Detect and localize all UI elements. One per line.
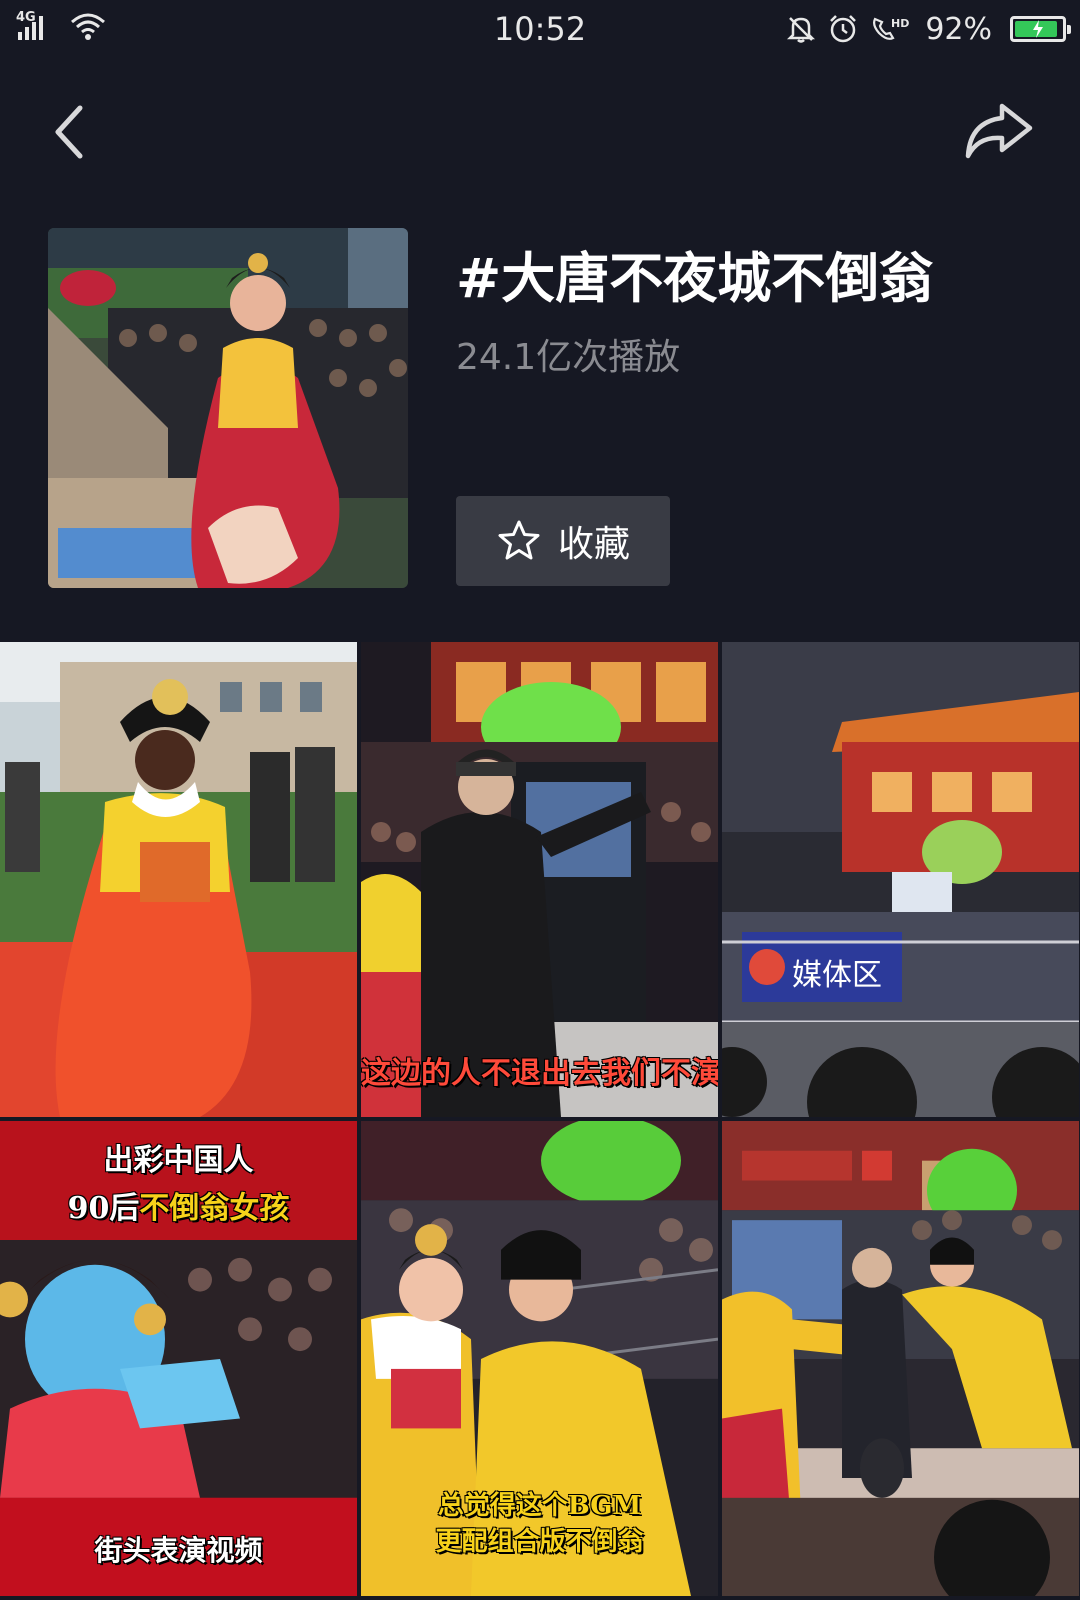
- video-grid: 这边的人不退出去我们不演出 媒体区 出彩中国人 90后不倒翁女孩 街头表演视频 …: [0, 642, 1080, 1600]
- topic-page: 4G 10:52 HD 92% #大唐不夜城不倒翁 24.1亿次播放 收藏 这边…: [0, 0, 1080, 1600]
- favorite-label: 收藏: [557, 524, 630, 565]
- favorite-button[interactable]: 收藏: [456, 496, 670, 586]
- video-caption-line1: 总觉得这个BGM: [437, 1491, 642, 1521]
- status-bar: 4G 10:52 HD 92%: [0, 0, 1080, 58]
- video-caption-bottom: 街头表演视频: [94, 1534, 263, 1567]
- battery-percent: 92%: [925, 11, 992, 47]
- play-count: 24.1亿次播放: [456, 337, 681, 378]
- share-arrow-icon[interactable]: [964, 100, 1036, 160]
- alarm-icon: [830, 15, 857, 43]
- chevron-left-icon[interactable]: [44, 100, 96, 164]
- video-thumbnail[interactable]: 总觉得这个BGM 更配组合版不倒翁: [361, 1121, 718, 1596]
- bell-muted-icon: [787, 17, 816, 43]
- video-caption: 这边的人不退出去我们不演出: [361, 1056, 718, 1091]
- hd-call-icon: HD: [873, 17, 909, 40]
- video-thumbnail[interactable]: [722, 1121, 1079, 1596]
- video-caption-subtitle: 90后不倒翁女孩: [0, 1183, 357, 1227]
- video-thumbnail[interactable]: 出彩中国人 90后不倒翁女孩 街头表演视频: [0, 1121, 357, 1596]
- video-thumbnail[interactable]: 媒体区: [722, 642, 1079, 1117]
- video-caption-title: 出彩中国人: [103, 1143, 254, 1178]
- topic-cover-image: [48, 228, 408, 588]
- video-caption: 媒体区: [792, 958, 882, 993]
- video-caption-line2: 更配组合版不倒翁: [435, 1527, 644, 1557]
- video-thumbnail[interactable]: [0, 642, 357, 1117]
- caption-highlight: 不倒翁女孩: [139, 1191, 290, 1226]
- star-icon: [498, 520, 540, 560]
- video-thumbnail[interactable]: 这边的人不退出去我们不演出: [361, 642, 718, 1117]
- topic-title: #大唐不夜城不倒翁: [456, 247, 934, 310]
- battery-charging-icon: [1010, 16, 1071, 42]
- svg-text:HD: HD: [891, 17, 909, 30]
- caption-prefix: 90后: [67, 1191, 140, 1226]
